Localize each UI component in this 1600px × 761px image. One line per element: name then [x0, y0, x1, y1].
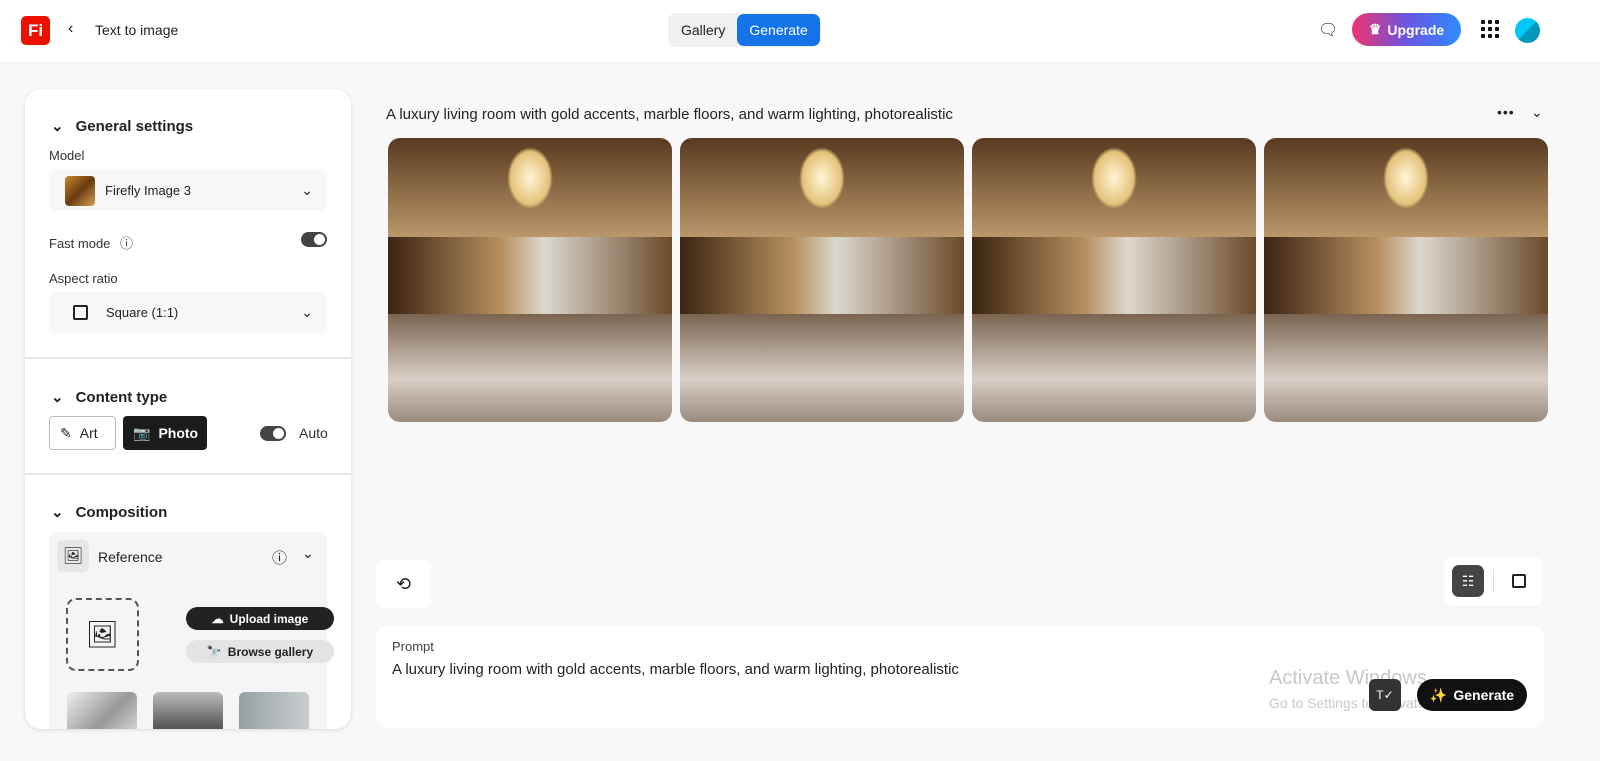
aspect-ratio-select[interactable]: Square (1:1) ⌄: [49, 292, 327, 333]
back-arrow-icon[interactable]: ‹: [68, 20, 73, 38]
grid-icon: ☷: [1461, 572, 1475, 589]
divider: [25, 473, 351, 475]
art-label: Art: [79, 425, 98, 441]
chevron-down-icon: ⌄: [51, 389, 64, 406]
history-button[interactable]: ⟲: [376, 560, 431, 608]
photo-button[interactable]: 📷 Photo: [123, 416, 207, 450]
firefly-logo[interactable]: Fi: [21, 16, 50, 45]
sparkle-icon: ✨: [1429, 686, 1448, 703]
section-title: Composition: [75, 503, 168, 521]
model-value: Firefly Image 3: [105, 183, 191, 198]
model-thumbnail: [65, 175, 95, 206]
generated-image-1[interactable]: [388, 138, 672, 422]
prompt-label: Prompt: [392, 639, 434, 654]
chevron-down-icon[interactable]: ⌄: [1531, 104, 1543, 121]
image-upload-icon: 🖼: [85, 619, 119, 649]
prompt-input[interactable]: [392, 661, 1242, 678]
crown-icon: ♛: [1368, 21, 1382, 37]
chevron-down-icon: ⌄: [301, 304, 313, 320]
reference-icon: 🖼: [57, 540, 89, 572]
chevron-down-icon: ⌄: [301, 182, 313, 198]
info-icon[interactable]: ⓘ: [272, 547, 287, 568]
square-icon: [1512, 574, 1526, 588]
generated-image-3[interactable]: [972, 138, 1256, 422]
browse-label: Browse gallery: [227, 644, 314, 659]
art-button[interactable]: ✎ Art: [49, 416, 116, 450]
upload-label: Upload image: [229, 611, 309, 626]
upgrade-label: Upgrade: [1387, 21, 1445, 38]
reference-thumbnail[interactable]: [239, 692, 309, 729]
text-check-icon: T✓: [1376, 688, 1394, 702]
feedback-icon[interactable]: 🗨: [1318, 20, 1338, 40]
mode-switch: Gallery Generate: [668, 13, 821, 47]
prompt-box: Prompt Activate Windows Go to Settings t…: [376, 625, 1544, 728]
single-view-button[interactable]: [1503, 565, 1535, 597]
reference-thumbnail[interactable]: [153, 692, 223, 729]
divider: [25, 357, 351, 359]
general-settings-header[interactable]: ⌄ General settings: [51, 117, 194, 136]
generate-button[interactable]: ✨ Generate: [1417, 679, 1527, 711]
view-switcher: ☷: [1444, 557, 1542, 605]
section-title: Content type: [75, 388, 168, 406]
tab-gallery[interactable]: Gallery: [669, 14, 737, 46]
photo-label: Photo: [158, 425, 199, 441]
history-icon: ⟲: [395, 573, 412, 594]
fast-mode-label: Fast mode ⓘ: [49, 233, 133, 252]
aspect-value: Square (1:1): [106, 305, 179, 320]
result-prompt-title: A luxury living room with gold accents, …: [386, 106, 953, 123]
fast-mode-toggle[interactable]: [301, 232, 327, 247]
info-icon[interactable]: ⓘ: [120, 236, 133, 251]
aspect-ratio-label: Aspect ratio: [49, 271, 118, 286]
upload-dropzone[interactable]: 🖼: [66, 598, 139, 671]
browse-gallery-button[interactable]: 🔭 Browse gallery: [186, 640, 334, 663]
auto-toggle[interactable]: [260, 426, 286, 441]
reference-label: Reference: [98, 549, 163, 565]
reference-section: 🖼 Reference ⓘ ⌄ 🖼 ☁ Upload image 🔭 Browse …: [49, 532, 334, 729]
chevron-down-icon: ⌄: [51, 504, 64, 521]
chevron-down-icon[interactable]: ⌄: [302, 545, 314, 562]
settings-panel: ⌄ General settings Model Firefly Image 3 …: [25, 89, 351, 729]
grid-view-button[interactable]: ☷: [1452, 565, 1484, 597]
generated-image-4[interactable]: [1264, 138, 1548, 422]
generated-image-2[interactable]: [680, 138, 964, 422]
divider: [1493, 569, 1494, 593]
windows-watermark: Activate Windows: [1269, 667, 1427, 689]
tab-generate[interactable]: Generate: [737, 14, 820, 46]
camera-icon: 📷: [133, 424, 151, 441]
model-label: Model: [49, 148, 85, 163]
model-select[interactable]: Firefly Image 3 ⌄: [49, 170, 327, 211]
generate-label: Generate: [1453, 687, 1515, 703]
upload-image-button[interactable]: ☁ Upload image: [186, 607, 334, 630]
chevron-down-icon: ⌄: [51, 118, 64, 135]
content-type-header[interactable]: ⌄ Content type: [51, 388, 168, 407]
more-options-icon[interactable]: •••: [1497, 104, 1515, 120]
apps-grid-icon[interactable]: [1481, 20, 1499, 38]
fast-mode-text: Fast mode: [49, 236, 111, 251]
cloud-upload-icon: ☁: [211, 611, 224, 626]
reference-thumbnail[interactable]: [67, 692, 137, 729]
binoculars-icon: 🔭: [206, 644, 222, 659]
brush-icon: ✎: [60, 424, 72, 441]
section-title: General settings: [75, 117, 194, 135]
square-icon: [73, 305, 88, 320]
text-check-button[interactable]: T✓: [1369, 679, 1401, 711]
avatar[interactable]: [1515, 18, 1540, 43]
composition-header[interactable]: ⌄ Composition: [51, 503, 168, 522]
top-bar: Fi ‹ Text to image Gallery Generate 🗨 ♛ U…: [0, 0, 1600, 61]
breadcrumb: Text to image: [95, 22, 179, 38]
upgrade-button[interactable]: ♛ Upgrade: [1352, 13, 1461, 46]
auto-label: Auto: [299, 425, 328, 441]
